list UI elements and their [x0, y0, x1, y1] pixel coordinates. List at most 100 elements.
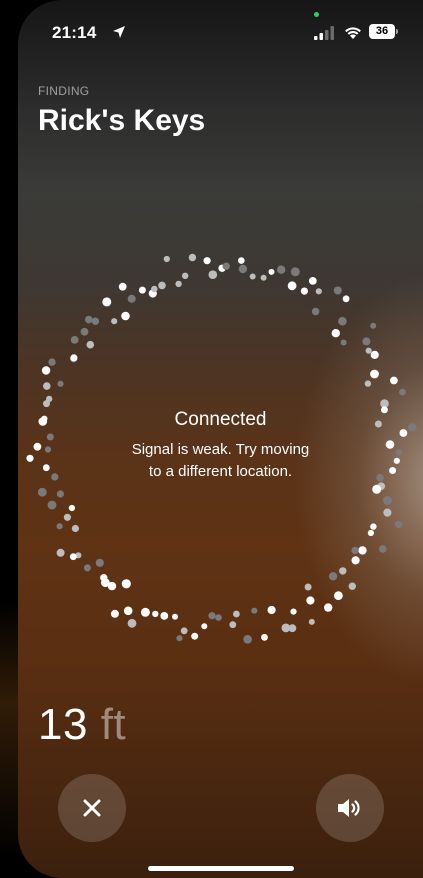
signal-dot [267, 605, 276, 615]
distance-unit: ft [100, 700, 127, 749]
signal-dot [172, 613, 178, 620]
signal-dot [370, 322, 377, 329]
signal-dot [261, 633, 268, 641]
device-frame: 21:14 36 FINDING Rick's Keys Connected S… [0, 0, 423, 878]
close-button[interactable] [58, 774, 126, 842]
signal-dot [251, 607, 258, 614]
signal-dot [243, 635, 252, 644]
signal-dot [127, 618, 137, 628]
signal-dot [222, 262, 230, 270]
signal-dot [238, 257, 245, 264]
signal-dot [342, 295, 350, 303]
signal-dot [48, 358, 56, 366]
signal-dot [158, 281, 166, 290]
signal-dot [340, 339, 347, 346]
signal-dot [290, 608, 297, 615]
signal-dot [365, 347, 372, 354]
signal-dot [358, 546, 367, 555]
signal-dot [176, 635, 183, 642]
signal-dot [121, 579, 131, 589]
signal-dot [208, 270, 218, 280]
signal-dot [85, 315, 93, 324]
signal-dot [229, 621, 237, 629]
signal-dot [57, 380, 64, 387]
play-sound-button[interactable] [316, 774, 384, 842]
home-indicator[interactable] [148, 866, 294, 871]
signal-dot [127, 294, 136, 303]
signal-message: Signal is weak. Try moving to a differen… [18, 439, 423, 483]
signal-dot [160, 612, 169, 620]
signal-dot [348, 582, 356, 590]
signal-dot [339, 567, 347, 575]
signal-dot [110, 609, 119, 618]
signal-dot [121, 311, 130, 321]
signal-dot [315, 288, 322, 295]
signal-dot [281, 623, 291, 633]
signal-dot [290, 267, 300, 277]
signal-message-line-1: Signal is weak. Try moving [131, 441, 310, 458]
signal-dot [324, 603, 333, 612]
signal-dot [37, 487, 47, 497]
signal-dot [152, 610, 159, 618]
signal-dot [238, 264, 248, 274]
signal-dot [140, 607, 150, 617]
signal-dot [370, 369, 379, 379]
signal-dot [201, 623, 208, 630]
speaker-icon [338, 799, 360, 817]
find-item-screen: 21:14 36 FINDING Rick's Keys Connected S… [18, 0, 423, 878]
signal-dot [47, 500, 57, 510]
distance-readout: 13 ft [38, 700, 126, 750]
signal-dot [383, 508, 392, 517]
signal-dot [334, 591, 343, 601]
signal-dot [203, 257, 211, 265]
signal-dot [215, 614, 222, 621]
signal-dot [111, 318, 118, 325]
signal-dot [351, 556, 360, 565]
signal-dot [351, 546, 359, 555]
signal-dot [70, 354, 78, 362]
signal-dot [188, 253, 197, 262]
signal-dot [233, 610, 240, 618]
signal-dot [395, 520, 403, 529]
close-icon [83, 799, 101, 817]
signal-dot [370, 350, 379, 359]
signal-dot [70, 336, 79, 344]
signal-dot [118, 282, 127, 291]
distance-value: 13 [38, 700, 88, 749]
signal-dot [91, 317, 100, 325]
connection-status: Connected [174, 409, 267, 430]
signal-dot [364, 380, 372, 387]
signal-dot [372, 484, 382, 494]
signal-dot [41, 366, 51, 375]
signal-dot [390, 376, 398, 385]
signal-message-line-2: to a different location. [148, 463, 293, 480]
signal-dot [362, 337, 371, 346]
signal-dot [367, 529, 374, 537]
signal-dot [175, 280, 182, 288]
signal-dot [182, 272, 189, 279]
signal-dot [260, 274, 267, 281]
signal-dot [328, 572, 338, 581]
signal-dot [208, 612, 216, 620]
signal-dot [300, 287, 308, 295]
signal-dot [191, 632, 199, 640]
signal-dot [68, 504, 75, 512]
signal-dot [123, 606, 133, 616]
signal-dot [102, 297, 112, 307]
signal-dot [71, 524, 79, 533]
signal-dot [46, 395, 53, 403]
signal-dot [69, 553, 77, 561]
signal-dot [277, 265, 286, 274]
signal-dot [383, 496, 392, 505]
signal-dot [379, 545, 387, 553]
signal-dot [331, 329, 340, 338]
signal-dot [163, 255, 170, 263]
signal-dot [56, 548, 65, 557]
signal-dot [63, 513, 71, 521]
signal-dot [100, 574, 108, 582]
signal-dot [338, 316, 347, 326]
signal-dot [56, 523, 63, 530]
signal-dot [306, 596, 315, 605]
signal-dot [138, 286, 146, 294]
signal-dot [308, 277, 317, 285]
